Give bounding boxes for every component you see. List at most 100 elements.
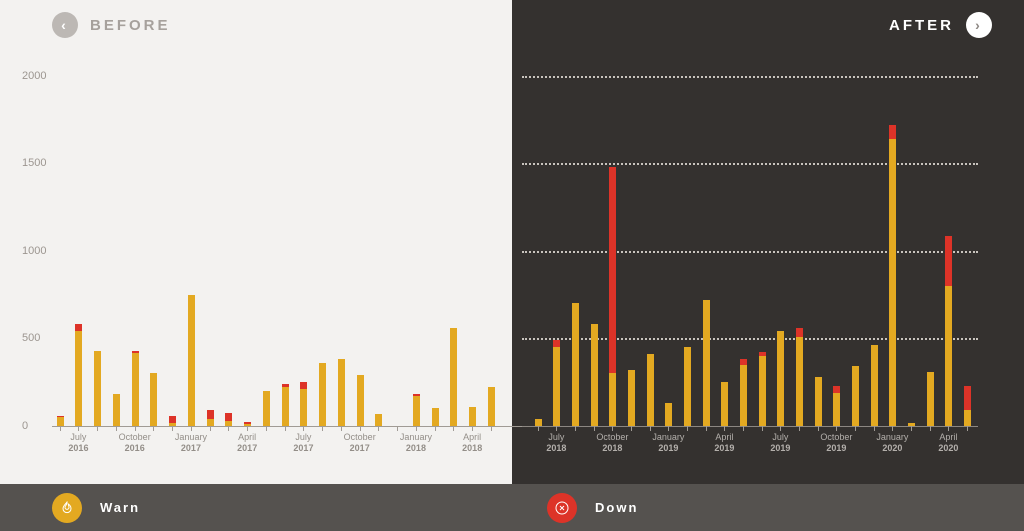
x-tick: April2017 — [221, 432, 273, 454]
bar-warn — [833, 393, 840, 426]
x-tick: October2019 — [810, 432, 862, 454]
bar-warn — [740, 365, 747, 426]
bar — [150, 373, 157, 426]
x-minor-tick — [247, 426, 248, 431]
bar-warn — [553, 347, 560, 426]
baseline-after — [522, 426, 978, 427]
x-minor-tick — [575, 426, 576, 431]
x-tick: April2019 — [698, 432, 750, 454]
legend: Warn Down — [0, 484, 1024, 531]
bar-warn — [572, 303, 579, 426]
x-tick: April2020 — [922, 432, 974, 454]
comparison-chart: ‹ BEFORE AFTER › 0500100015002000 July20… — [0, 0, 1024, 531]
bar — [57, 416, 64, 427]
after-plot: July2018October2018January2019April2019J… — [530, 58, 978, 426]
bar-warn — [721, 382, 728, 426]
bar — [964, 386, 971, 426]
bar-warn — [132, 353, 139, 426]
x-minor-tick — [724, 426, 725, 431]
x-minor-tick — [378, 426, 379, 431]
x-minor-tick — [930, 426, 931, 431]
bar — [796, 328, 803, 426]
bar-warn — [964, 410, 971, 426]
bar — [553, 340, 560, 426]
bar — [263, 391, 270, 426]
x-minor-tick — [210, 426, 211, 431]
bar — [75, 324, 82, 426]
after-title: AFTER — [889, 17, 954, 34]
x-tick: April2018 — [446, 432, 498, 454]
bar-warn — [628, 370, 635, 426]
x-minor-tick — [967, 426, 968, 431]
bar — [703, 300, 710, 426]
x-minor-tick — [322, 426, 323, 431]
legend-warn-label: Warn — [100, 500, 140, 515]
bar — [469, 407, 476, 426]
x-minor-tick — [135, 426, 136, 431]
bar — [207, 410, 214, 426]
x-minor-tick — [341, 426, 342, 431]
bar — [375, 414, 382, 426]
bar — [628, 370, 635, 426]
close-circle-icon — [547, 493, 577, 523]
bar-warn — [188, 295, 195, 426]
x-minor-tick — [116, 426, 117, 431]
bar-warn — [703, 300, 710, 426]
bar-warn — [815, 377, 822, 426]
chevron-left-icon[interactable]: ‹ — [52, 12, 78, 38]
bar — [647, 354, 654, 426]
bar — [721, 382, 728, 426]
x-minor-tick — [706, 426, 707, 431]
x-minor-tick — [360, 426, 361, 431]
x-tick: January2018 — [390, 432, 442, 454]
legend-down: Down — [529, 484, 1024, 531]
bar-warn — [871, 345, 878, 426]
bar-warn — [684, 347, 691, 426]
bar — [591, 324, 598, 426]
bar — [169, 416, 176, 427]
bar-warn — [469, 407, 476, 426]
bar-warn — [300, 389, 307, 426]
bar — [225, 413, 232, 426]
bar-warn — [94, 351, 101, 426]
bar-warn — [357, 375, 364, 426]
x-tick: January2019 — [642, 432, 694, 454]
x-tick: January2017 — [165, 432, 217, 454]
chevron-right-icon[interactable]: › — [966, 12, 992, 38]
before-title: BEFORE — [90, 17, 171, 34]
bar — [535, 419, 542, 426]
x-minor-tick — [855, 426, 856, 431]
x-minor-tick — [60, 426, 61, 431]
bar-warn — [113, 394, 120, 426]
x-minor-tick — [612, 426, 613, 431]
x-minor-tick — [538, 426, 539, 431]
x-minor-tick — [594, 426, 595, 431]
bar-warn — [319, 363, 326, 426]
bar-warn — [338, 359, 345, 426]
bar-warn — [282, 387, 289, 426]
before-plot: July2016October2016January2017April2017J… — [52, 58, 502, 426]
x-minor-tick — [631, 426, 632, 431]
x-minor-tick — [435, 426, 436, 431]
x-tick: July2018 — [530, 432, 582, 454]
x-tick: October2016 — [109, 432, 161, 454]
bar-warn — [591, 324, 598, 426]
x-minor-tick — [285, 426, 286, 431]
bar-warn — [488, 387, 495, 426]
flame-icon — [52, 493, 82, 523]
x-minor-tick — [172, 426, 173, 431]
x-minor-tick — [556, 426, 557, 431]
x-minor-tick — [303, 426, 304, 431]
bar — [665, 403, 672, 426]
x-tick: October2018 — [586, 432, 638, 454]
bar-warn — [57, 417, 64, 426]
legend-warn: Warn — [0, 484, 529, 531]
bar — [852, 366, 859, 426]
x-minor-tick — [762, 426, 763, 431]
bar — [572, 303, 579, 426]
bar — [282, 384, 289, 426]
x-minor-tick — [397, 426, 398, 431]
bar — [413, 394, 420, 426]
x-minor-tick — [799, 426, 800, 431]
bar-warn — [413, 396, 420, 426]
